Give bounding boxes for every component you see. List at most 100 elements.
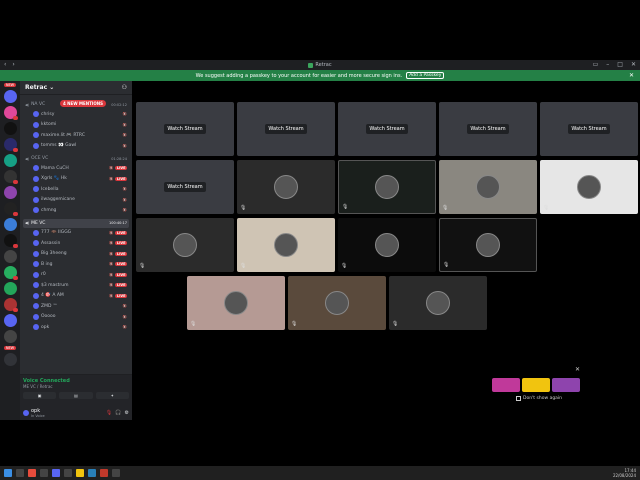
stream-tile[interactable]: Watch Stream [136,102,234,156]
server-icon[interactable] [3,314,17,327]
server-icon[interactable] [3,330,17,343]
participant-tile[interactable]: 🎙 [237,218,335,272]
video-grid: Watch Stream Watch Stream Watch Stream Watc… [132,81,640,420]
avatar[interactable] [23,410,29,416]
gear-icon[interactable]: ⚙ [125,410,129,416]
windows-start-icon[interactable] [4,469,12,477]
participant-tile[interactable]: 🎙 [338,160,436,214]
watch-stream-button[interactable]: Watch Stream [366,124,408,134]
close-window-icon[interactable]: ✕ [631,61,636,68]
mute-icon[interactable]: 🎙 [106,410,112,416]
screen-share-button[interactable]: ▤ [59,392,93,399]
server-icon[interactable] [3,138,18,152]
activity-thumbnail[interactable] [552,378,580,392]
close-popup-icon[interactable]: ✕ [575,366,580,373]
guild-header[interactable]: Retrac ⌄ ⚇ [20,81,132,95]
server-icon[interactable] [3,282,17,295]
minimize-icon[interactable]: – [606,61,609,68]
add-passkey-button[interactable]: Add a Passkey [406,72,445,79]
participant-tile[interactable]: 🎙 [288,276,386,330]
app-icon[interactable] [40,469,48,477]
app-icon[interactable] [112,469,120,477]
server-icon[interactable] [3,106,18,120]
inbox-icon[interactable]: ▭ [593,61,599,68]
clock[interactable]: 17:44 22/08/2024 [613,468,636,478]
server-icon[interactable] [3,298,18,312]
voice-user[interactable]: $3 mastrum 🔇 LIVE [23,280,129,291]
server-icon[interactable] [3,186,17,199]
search-icon[interactable] [16,469,24,477]
activity-thumbnail[interactable] [522,378,550,392]
voice-user[interactable]: opk 🔇 [23,322,129,333]
dont-show-checkbox[interactable] [516,396,521,401]
forward-icon[interactable]: › [12,61,14,68]
voice-user[interactable]: chrisy 🔇 [23,109,129,120]
stream-tile[interactable]: Watch Stream [338,102,436,156]
voice-user[interactable]: chmng 🔇 [23,205,129,216]
watch-stream-button[interactable]: Watch Stream [568,124,610,134]
voice-channel[interactable]: ME VC 100:40:17 [23,218,129,228]
add-server-icon[interactable] [3,353,17,366]
back-icon[interactable]: ‹ [4,61,6,68]
voice-user[interactable]: Icebella 🔇 [23,184,129,195]
activities-button[interactable]: ✦ [95,392,129,399]
close-banner-icon[interactable]: ✕ [629,72,634,79]
voice-user[interactable]: 4 🎯 A AM 🔇 LIVE [23,291,129,302]
server-icon[interactable] [3,218,17,231]
app-icon[interactable] [76,469,84,477]
home-server-icon[interactable] [3,90,17,103]
voice-channel-link[interactable]: ME VC / Retrac [23,384,129,389]
app-icon[interactable] [64,469,72,477]
participant-tile[interactable] [540,218,638,272]
server-icon[interactable] [3,250,17,263]
voice-user[interactable]: tomms 👀 Gawl 🔇 [23,141,129,152]
voice-user[interactable]: maxime.lit 🎮 RTRC 🔇 [23,130,129,141]
participant-tile[interactable]: 🎙 [136,218,234,272]
app-icon[interactable] [52,469,60,477]
server-icon[interactable] [3,266,18,280]
activity-thumbnail[interactable] [492,378,520,392]
participant-tile[interactable]: 🎙 [439,218,537,272]
app-icon[interactable] [28,469,36,477]
stream-tile[interactable]: Watch Stream [237,102,335,156]
voice-user[interactable]: Xgrls 🐾 Hk 🔇 LIVE [23,174,129,185]
watch-stream-button[interactable]: Watch Stream [467,124,509,134]
watch-stream-button[interactable]: Watch Stream [164,182,206,192]
server-icon[interactable] [3,202,18,216]
voice-user[interactable]: Big 3heeng 🔇 LIVE [23,249,129,260]
voice-user[interactable]: Ooooo 🔇 [23,312,129,323]
new-mentions-badge[interactable]: 4 NEW MENTIONS [60,100,106,107]
stream-tile[interactable]: Watch Stream [540,102,638,156]
server-icon[interactable] [3,122,17,135]
stream-tile[interactable]: Watch Stream [439,102,537,156]
maximize-icon[interactable]: □ [617,61,623,68]
participant-tile[interactable]: 🎙 [237,160,335,214]
watch-stream-button[interactable]: Watch Stream [265,124,307,134]
voice-user-name: B ing [41,261,53,267]
voice-user[interactable]: Assassin 🔇 LIVE [23,238,129,249]
participant-tile[interactable]: 🎙 [338,218,436,272]
voice-user[interactable]: r0 🔇 LIVE [23,270,129,281]
participant-tile[interactable]: 🎙 [540,160,638,214]
avatar [476,175,500,199]
watch-stream-button[interactable]: Watch Stream [164,124,206,134]
voice-channel[interactable]: OCE VC 01:28:24 [23,154,129,163]
camera-button[interactable]: ▣ [23,392,57,399]
app-icon[interactable] [88,469,96,477]
person-add-icon[interactable]: ⚇ [122,84,127,91]
voice-user[interactable]: Mama CuCH 🔇 LIVE [23,163,129,174]
participant-tile[interactable]: 🎙 [389,276,487,330]
participant-tile[interactable]: 🎙 [187,276,285,330]
voice-user[interactable]: ilwaggemicane 🔇 [23,195,129,206]
app-icon[interactable] [100,469,108,477]
stream-tile[interactable]: Watch Stream [136,160,234,214]
server-icon[interactable] [3,170,18,184]
participant-tile[interactable]: 🎙 [439,160,537,214]
voice-user[interactable]: ZMD ™ 🔇 [23,301,129,312]
server-icon[interactable] [3,234,18,248]
voice-user[interactable]: kktomi 🔇 [23,120,129,131]
voice-user[interactable]: B ing 🔇 LIVE [23,259,129,270]
headphones-icon[interactable]: 🎧 [115,410,121,416]
server-icon[interactable] [3,154,17,167]
voice-user[interactable]: 777 🦇 IIGGG 🔇 LIVE [23,228,129,239]
